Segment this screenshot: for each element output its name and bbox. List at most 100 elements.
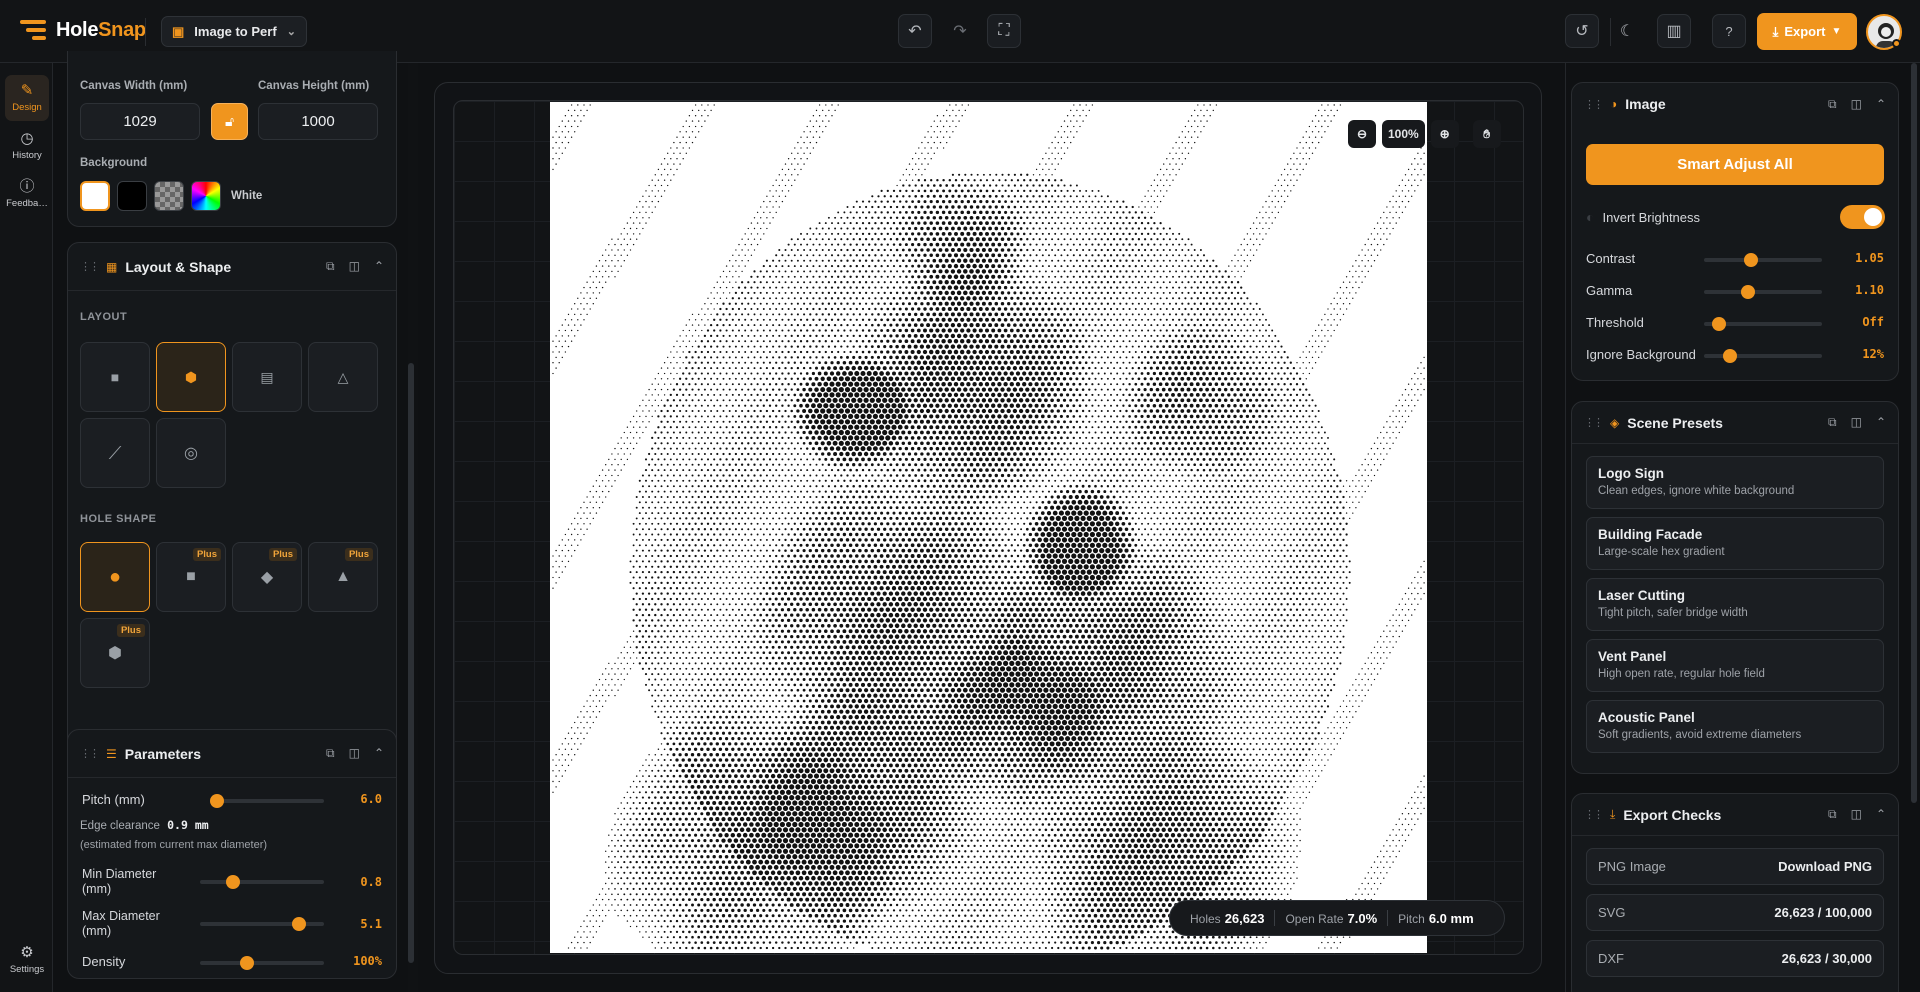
smart-adjust-button[interactable]: Smart Adjust All [1586, 144, 1884, 185]
slider-knob[interactable] [239, 956, 254, 970]
shape-option-circle[interactable]: ● [80, 542, 150, 612]
scroll-thumb[interactable] [1911, 63, 1917, 803]
preset-vent-panel[interactable]: Vent Panel High open rate, regular hole f… [1586, 639, 1884, 692]
fit-screen-button[interactable]: ⛶ [987, 14, 1021, 48]
gamma-slider[interactable] [1704, 285, 1822, 299]
swatch-white[interactable] [80, 181, 110, 211]
mode-label: Image to Perf [194, 24, 277, 39]
rail-item-history[interactable]: ◷ History [5, 123, 49, 169]
scene-presets-header[interactable]: ⋮⋮ ◈ Scene Presets ⧉ ◫ ⌃ [1572, 402, 1898, 444]
preset-laser-cutting[interactable]: Laser Cutting Tight pitch, safer bridge w… [1586, 578, 1884, 631]
download-png-link[interactable]: Download PNG [1778, 859, 1872, 874]
preset-building-facade[interactable]: Building Facade Large-scale hex gradient [1586, 517, 1884, 570]
mode-select[interactable]: ▣ Image to Perf ⌄ [161, 16, 307, 47]
lock-aspect-button[interactable]: 🔓︎ [211, 103, 248, 140]
shape-option-triangle[interactable]: Plus ▲ [308, 542, 378, 612]
scroll-thumb[interactable] [408, 363, 414, 963]
ignore-background-slider[interactable] [1704, 349, 1822, 363]
dock-icon[interactable]: ◫ [1851, 97, 1862, 112]
plus-badge: Plus [116, 624, 145, 637]
density-slider[interactable] [200, 956, 324, 970]
zoom-out-button[interactable]: ⊖ [1348, 120, 1376, 148]
right-panel-scrollbar[interactable] [1910, 63, 1918, 992]
chevron-up-icon[interactable]: ⌃ [374, 746, 384, 761]
export-checks-header[interactable]: ⋮⋮ ⤓ Export Checks ⧉ ◫ ⌃ [1572, 794, 1898, 836]
chevron-up-icon[interactable]: ⌃ [1876, 415, 1886, 430]
popout-icon[interactable]: ⧉ [1828, 415, 1837, 430]
popout-icon[interactable]: ⧉ [1828, 807, 1837, 822]
export-check-png[interactable]: PNG Image Download PNG [1586, 848, 1884, 885]
preset-logo-sign[interactable]: Logo Sign Clean edges, ignore white backg… [1586, 456, 1884, 509]
chevron-up-icon[interactable]: ⌃ [374, 259, 384, 274]
help-button[interactable]: ? [1712, 14, 1746, 48]
dock-icon[interactable]: ◫ [1851, 807, 1862, 822]
layout-shape-header[interactable]: ⋮⋮ ▦ Layout & Shape ⧉ ◫ ⌃ [68, 243, 396, 291]
slider-knob[interactable] [1722, 349, 1737, 363]
popout-icon[interactable]: ⧉ [1828, 97, 1837, 112]
swatch-transparent[interactable] [154, 181, 184, 211]
triangle-icon: △ [337, 368, 349, 385]
threshold-slider[interactable] [1704, 317, 1822, 331]
square-icon: ■ [186, 568, 196, 585]
layout-option-radial[interactable]: ◎ [156, 418, 226, 488]
drag-handle-icon[interactable]: ⋮⋮ [80, 747, 100, 760]
popout-icon[interactable]: ⧉ [326, 259, 335, 274]
popout-icon[interactable]: ⧉ [326, 746, 335, 761]
shape-option-hexagon[interactable]: Plus ⬢ [80, 618, 150, 688]
min-diameter-slider[interactable] [200, 875, 324, 889]
rail-item-feedback[interactable]: ⓘ Feedba… [5, 171, 49, 217]
density-value: 100% [353, 954, 382, 968]
min-diameter-value: 0.8 [360, 875, 382, 889]
preset-acoustic-panel[interactable]: Acoustic Panel Soft gradients, avoid extr… [1586, 700, 1884, 753]
pan-button[interactable]: ✋︎ [1472, 120, 1501, 148]
rail-item-design[interactable]: ✎ Design [5, 75, 49, 121]
layout-option-hex[interactable]: ⬢ [156, 342, 226, 412]
perforation-preview[interactable] [550, 102, 1427, 953]
dock-icon[interactable]: ◫ [1851, 415, 1862, 430]
swatch-custom-color[interactable] [191, 181, 221, 211]
swatch-black[interactable] [117, 181, 147, 211]
invert-brightness-toggle[interactable] [1840, 205, 1885, 229]
slider-knob[interactable] [1712, 317, 1727, 331]
layout-option-line[interactable]: ⟋ [80, 418, 150, 488]
layout-option-staggered[interactable]: ▤ [232, 342, 302, 412]
contrast-slider[interactable] [1704, 253, 1822, 267]
app-logo[interactable]: HoleSnap [56, 19, 146, 42]
layout-option-grid[interactable]: ■ [80, 342, 150, 412]
slider-knob[interactable] [1741, 285, 1756, 299]
drag-handle-icon[interactable]: ⋮⋮ [80, 260, 100, 273]
panel-toggle-button[interactable]: ▥ [1657, 14, 1691, 48]
parameters-header[interactable]: ⋮⋮ ☰ Parameters ⧉ ◫ ⌃ [68, 730, 396, 778]
layout-option-triangle[interactable]: △ [308, 342, 378, 412]
chevron-up-icon[interactable]: ⌃ [1876, 97, 1886, 112]
shape-option-square[interactable]: Plus ■ [156, 542, 226, 612]
max-diameter-slider[interactable] [200, 917, 324, 931]
canvas-width-input[interactable]: 1029 [80, 103, 200, 140]
image-header[interactable]: ⋮⋮ ◑ Image ⧉ ◫ ⌃ [1572, 83, 1898, 125]
export-button[interactable]: ⤓ Export ▼ [1757, 13, 1857, 50]
drag-handle-icon[interactable]: ⋮⋮ [1584, 808, 1604, 821]
drag-handle-icon[interactable]: ⋮⋮ [1584, 416, 1604, 429]
zoom-in-button[interactable]: ⊕ [1430, 120, 1459, 148]
drag-handle-icon[interactable]: ⋮⋮ [1584, 98, 1604, 111]
slider-knob[interactable] [226, 875, 241, 889]
hand-icon: ✋︎ [1483, 126, 1491, 141]
slider-knob[interactable] [292, 917, 307, 931]
chevron-up-icon[interactable]: ⌃ [1876, 807, 1886, 822]
pitch-slider[interactable] [210, 794, 324, 808]
dock-icon[interactable]: ◫ [349, 259, 360, 274]
reset-button[interactable]: ↺ [1565, 14, 1599, 48]
left-panel-scrollbar[interactable] [407, 63, 415, 992]
redo-button[interactable]: ↷ [943, 14, 977, 48]
slider-knob[interactable] [210, 794, 224, 808]
shape-option-diamond[interactable]: Plus ◆ [232, 542, 302, 612]
zoom-level[interactable]: 100% [1382, 120, 1425, 148]
canvas-height-input[interactable]: 1000 [258, 103, 378, 140]
slider-knob[interactable] [1743, 253, 1758, 267]
theme-toggle-button[interactable]: ☾ [1610, 14, 1644, 48]
rail-item-settings[interactable]: ⚙ Settings [5, 937, 49, 983]
staggered-icon: ▤ [260, 368, 274, 385]
dock-icon[interactable]: ◫ [349, 746, 360, 761]
undo-button[interactable]: ↶ [898, 14, 932, 48]
check-value: 26,623 / 30,000 [1781, 951, 1872, 966]
